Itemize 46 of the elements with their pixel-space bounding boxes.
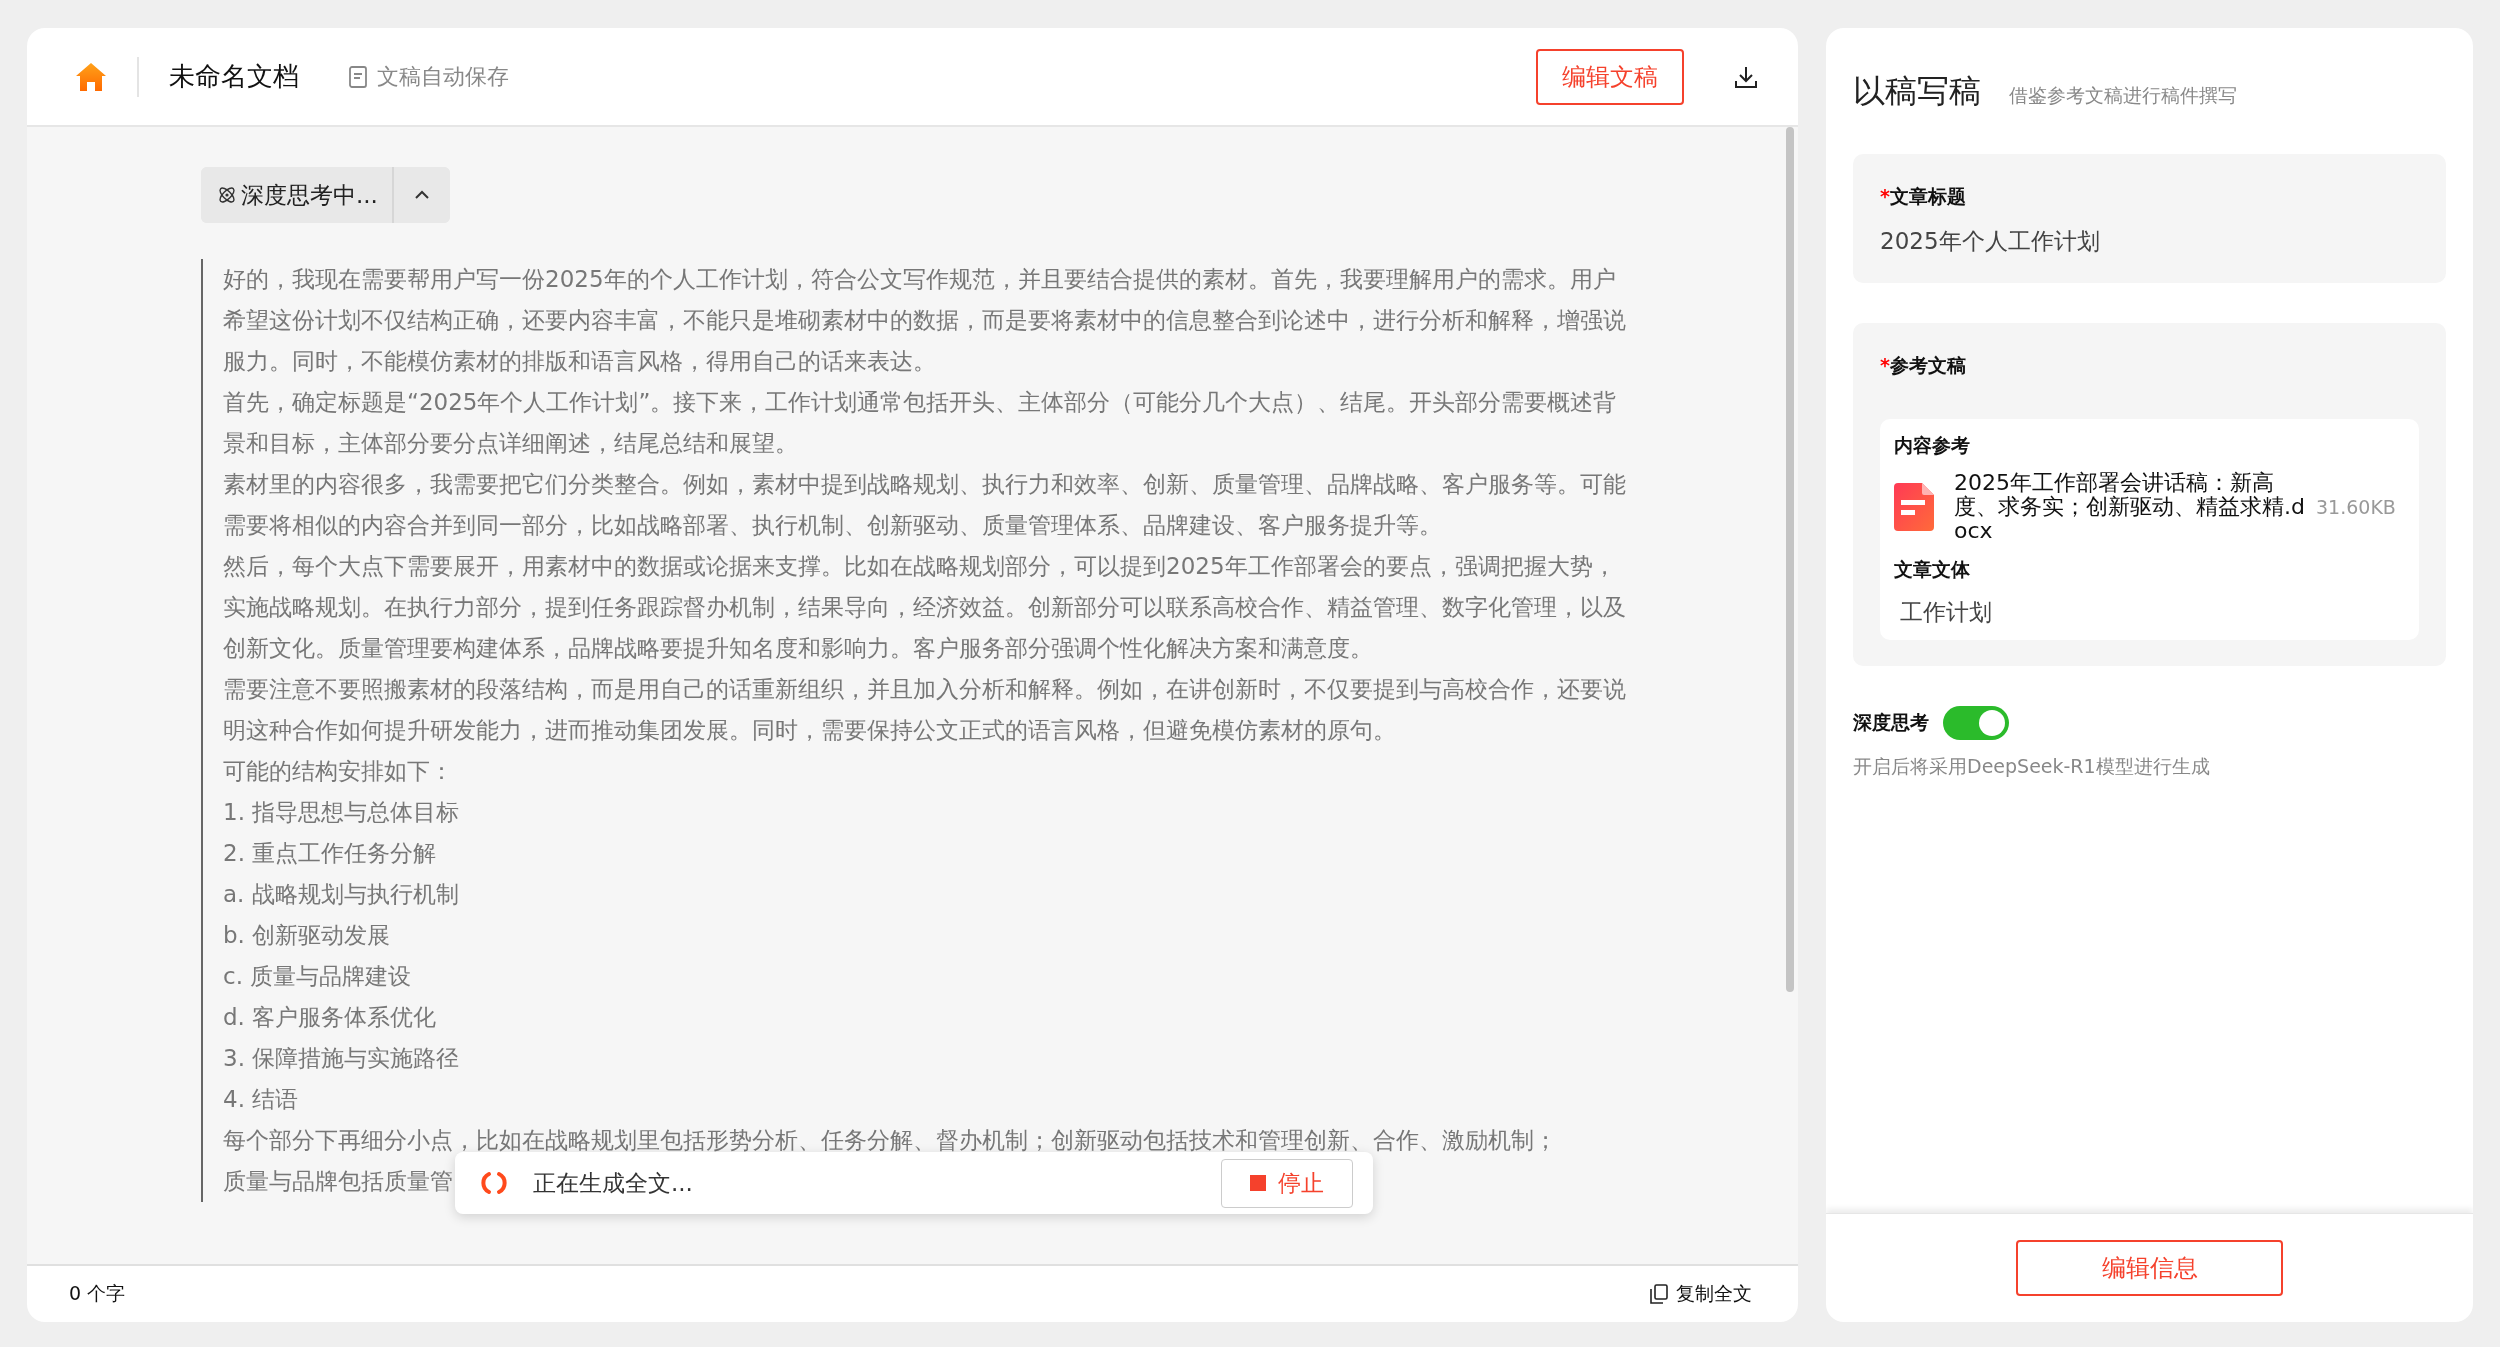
field-label: *参考文稿 (1880, 353, 1967, 378)
word-count: 0 个字 (69, 1281, 126, 1306)
thought-paragraph: 需要注意不要照搬素材的段落结构，而是用自己的话重新组织，并且加入分析和解释。例如，在讲创新时，不仅要提到与高校合作，还要说明这种合作如何提升研发能力，进而推动集团发展。同时，需要保持公文正式的语言风格，但避免模仿素材的原句。 (223, 675, 1627, 745)
autosave-status: 文稿自动保存 (377, 62, 509, 91)
edit-info-button[interactable]: 编辑信息 (2016, 1240, 2283, 1296)
spinner-icon (481, 1170, 507, 1196)
file-size: 31.60KB (2316, 496, 2396, 518)
document-title: 未命名文档 (169, 60, 299, 93)
home-icon[interactable] (75, 60, 107, 93)
file-name[interactable]: 2025年工作部署会讲话稿：新高度、求务实；创新驱动、精益求精.docx (1954, 471, 2314, 543)
thought-paragraph: 首先，确定标题是“2025年个人工作计划”。接下来，工作计划通常包括开头、主体部分（可能分几个大点）、结尾。开头部分需要概述背景和目标，主体部分要分点详细阐述，结尾总结和展望。 (223, 388, 1618, 458)
document-icon (349, 65, 367, 88)
thought-paragraph: 2. 重点工作任务分解 (223, 839, 437, 868)
edit-draft-button[interactable]: 编辑文稿 (1536, 48, 1684, 105)
panel-title: 以稿写稿 (1853, 71, 1981, 112)
thought-paragraph: 好的，我现在需要帮用户写一份2025年的个人工作计划，符合公文写作规范，并且要结合提供的素材。首先，我要理解用户的需求。用户希望这份计划不仅结构正确，还要内容丰富，不能只是堆砌素材中的数据，而是要将素材中的信息整合到论述中，进行分析和解释，增强说服力。同时，不能模仿素材的排版和语言风格，得用自己的话来表达。 (223, 265, 1627, 376)
thought-paragraph: 可能的结构安排如下： (223, 757, 453, 786)
thought-paragraph: 1. 指导思想与总体目标 (223, 798, 460, 827)
panel-subtitle: 借鉴参考文稿进行稿件撰写 (2009, 83, 2237, 108)
toggle-switch[interactable] (1943, 706, 2009, 740)
thought-paragraph: 然后，每个大点下需要展开，用素材中的数据或论据来支撑。比如在战略规划部分，可以提到2025年工作部署会的要点，强调把握大势，实施战略规划。在执行力部分，提到任务跟踪督办机制，结果导向，经济效益。创新部分可以联系高校合作、精益管理、数字化管理，以及创新文化。质量管理要构建体系，品牌战略要提升知名度和影响力。客户服务部分强调个性化解决方案和满意度。 (223, 552, 1627, 663)
atom-icon (217, 185, 237, 205)
thought-paragraph: d. 客户服务体系优化 (223, 1003, 437, 1032)
deep-thinking-hint: 开启后将采用DeepSeek-R1模型进行生成 (1853, 754, 2211, 779)
copy-icon (1650, 1284, 1668, 1304)
caret-icon (413, 190, 430, 200)
document-icon (1894, 483, 1934, 531)
thought-paragraph: 质量与品牌包括质量管 (223, 1167, 453, 1196)
article-title-value: 2025年个人工作计划 (1880, 227, 2101, 256)
thought-paragraph: 每个部分下再细分小点，比如在战略规划里包括形势分析、任务分解、督办机制；创新驱动包括技术和管理创新、合作、激励机制； (223, 1126, 1557, 1155)
copy-all-button[interactable]: 复制全文 (1644, 1280, 1758, 1308)
thought-paragraph: a. 战略规划与执行机制 (223, 880, 459, 909)
scrollbar[interactable] (1786, 127, 1794, 992)
generating-status: 正在生成全文... (533, 1168, 693, 1198)
thought-paragraph: b. 创新驱动发展 (223, 921, 391, 950)
thought-paragraph: 素材里的内容很多，我需要把它们分类整合。例如，素材中提到战略规划、执行力和效率、创新、质量管理、品牌战略、客户服务等。可能需要将相似的内容合并到同一部分，比如战略部署、执行机制、创新驱动、质量管理体系、品牌建设、客户服务提升等。 (223, 470, 1627, 540)
genre-label: 文章文体 (1894, 557, 1971, 582)
download-icon[interactable] (1734, 64, 1758, 89)
genre-value: 工作计划 (1900, 598, 1993, 627)
deep-thinking-label: 深度思考 (1853, 710, 1929, 735)
thought-paragraph: c. 质量与品牌建设 (223, 962, 412, 991)
content-reference-label: 内容参考 (1894, 433, 1971, 458)
stop-button[interactable]: 停止 (1221, 1158, 1353, 1208)
thought-paragraph: 4. 结语 (223, 1085, 299, 1114)
thought-paragraph: 3. 保障措施与实施路径 (223, 1044, 460, 1073)
field-label: *文章标题 (1880, 184, 1967, 209)
